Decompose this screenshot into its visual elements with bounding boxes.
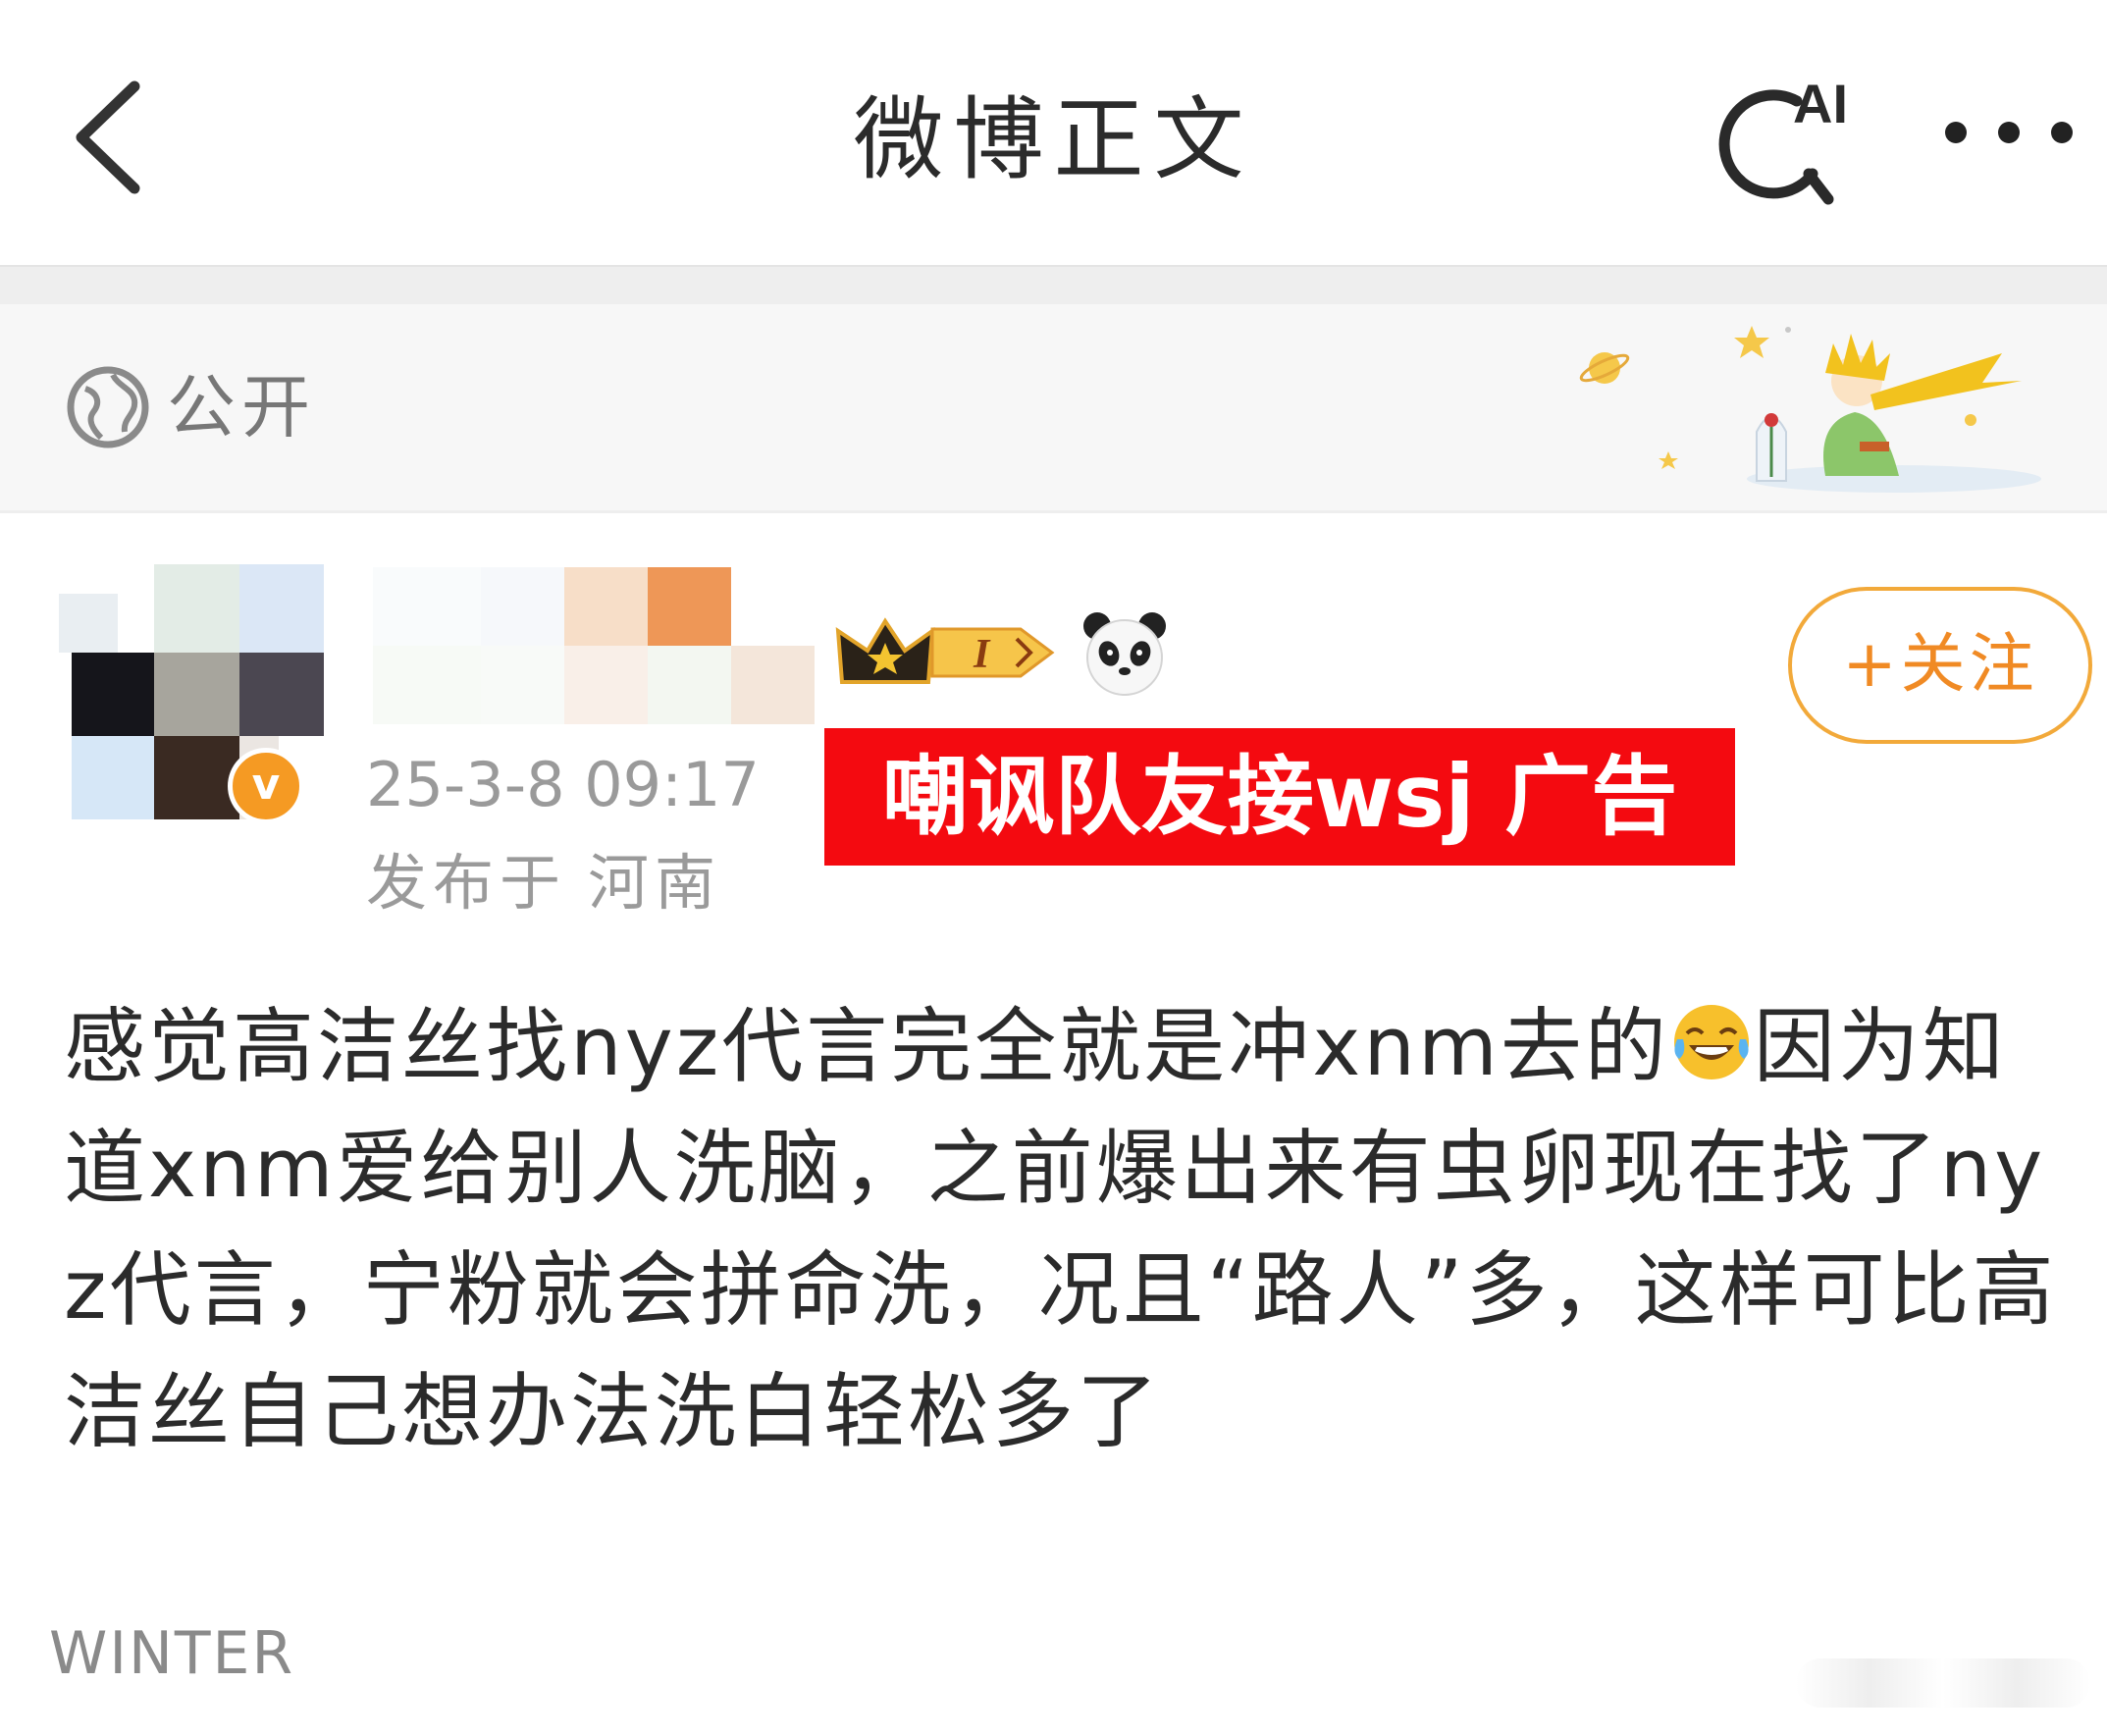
section-divider — [0, 265, 2107, 306]
svg-text:AI: AI — [1793, 73, 1848, 134]
ai-search-icon: AI — [1718, 73, 1848, 205]
ellipsis-icon — [1945, 122, 2073, 143]
verified-badge: v — [228, 748, 304, 824]
bottom-fade-decoration — [1796, 1658, 2090, 1708]
overlay-caption: 嘲讽队友接wsj 广告 — [824, 728, 1735, 866]
more-options-button[interactable] — [1938, 103, 2081, 162]
globe-icon — [67, 366, 149, 448]
little-prince-decoration — [1579, 326, 2041, 493]
location-value: 河南 — [588, 847, 722, 919]
post-location: 发布于 河南 — [366, 844, 721, 922]
top-nav-bar: 微博正文 AI — [0, 0, 2107, 265]
watermark: WINTER — [49, 1619, 295, 1688]
visibility-row: 公开 — [0, 304, 2107, 510]
visibility-label: 公开 — [167, 367, 316, 447]
ai-search-button[interactable]: AI — [1703, 64, 1860, 211]
crown-badge: I — [835, 617, 1055, 684]
row-divider — [0, 510, 2107, 513]
location-prefix: 发布于 — [366, 847, 567, 919]
author-name-pixelated[interactable] — [373, 567, 815, 724]
post-time: 25-3-8 09:17 — [366, 749, 760, 820]
panda-icon — [1083, 612, 1166, 696]
post-body: 感觉高洁丝找nyz代言完全就是冲xnm去的 因为知道xnm爱给别人洗脑，之前爆出… — [64, 986, 2085, 1473]
follow-button[interactable]: +关注 — [1788, 587, 2092, 744]
svg-text:I: I — [973, 632, 991, 677]
post-text-part1: 感觉高洁丝找nyz代言完全就是冲xnm去的 — [64, 999, 1669, 1094]
laughing-tears-emoji-icon — [1673, 1005, 1749, 1079]
